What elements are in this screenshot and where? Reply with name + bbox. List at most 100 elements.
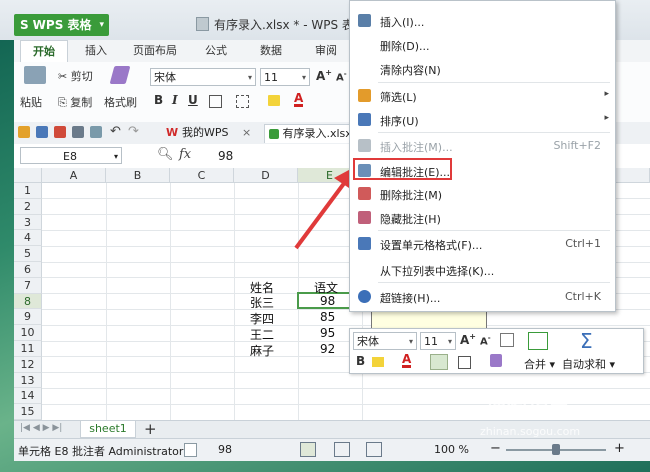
border-style-icon[interactable] <box>236 95 249 108</box>
copy-button[interactable]: ⎘ 复制 <box>58 94 92 110</box>
autosum-button[interactable]: 自动求和 ▾ <box>562 356 615 372</box>
zoom-out-icon[interactable]: − <box>490 441 501 456</box>
app-menu-button[interactable]: S WPS 表格 ▾ <box>14 14 109 36</box>
sheet-tab-sheet1[interactable]: sheet1 <box>80 421 136 438</box>
open-folder-icon[interactable] <box>18 126 30 138</box>
increase-font-icon[interactable]: A+ <box>316 68 332 83</box>
menu-item-hide-comment[interactable]: 隐藏批注(H) <box>350 206 615 230</box>
row-header[interactable]: 1 <box>14 183 42 199</box>
underline-icon[interactable]: U <box>188 93 198 107</box>
italic-icon[interactable]: I <box>172 93 178 107</box>
row-header[interactable]: 10 <box>14 325 42 341</box>
menu-item-pick-from-list[interactable]: 从下拉列表中选择(K)... <box>350 258 615 282</box>
zoom-formula-icon[interactable]: 🔍︎ <box>157 147 174 162</box>
menu-item-clear-contents[interactable]: 清除内容(N) <box>350 57 615 81</box>
paste-icon[interactable] <box>24 66 46 84</box>
merge-button[interactable]: 合并 ▾ <box>524 356 555 372</box>
fill-color-icon[interactable] <box>268 95 280 106</box>
cell-d9[interactable]: 李四 <box>250 310 274 327</box>
format-painter-icon[interactable] <box>109 66 131 84</box>
mini-align-center-icon[interactable] <box>430 354 448 370</box>
mini-fill-color-icon[interactable] <box>372 357 384 367</box>
tab-page-layout[interactable]: 页面布局 <box>124 40 186 62</box>
tab-file[interactable]: 有序录入.xlsx <box>264 124 357 143</box>
cell-e11[interactable]: 92 <box>320 342 335 356</box>
close-icon[interactable]: × <box>242 126 251 139</box>
mini-font-size-combo[interactable]: 11 ▾ <box>420 332 456 350</box>
row-header[interactable]: 12 <box>14 356 42 373</box>
cell-e9[interactable]: 85 <box>320 310 335 324</box>
tab-insert[interactable]: 插入 <box>74 40 118 62</box>
menu-item-format-cells[interactable]: 设置单元格格式(F)... Ctrl+1 <box>350 232 615 256</box>
mini-font-color-icon[interactable]: A <box>402 353 412 368</box>
page-break-view-icon[interactable] <box>366 442 382 457</box>
zoom-slider-handle[interactable] <box>552 444 560 455</box>
menu-item-delete-comment[interactable]: 删除批注(M) <box>350 182 615 206</box>
normal-view-icon[interactable] <box>300 442 316 457</box>
pdf-icon[interactable] <box>54 126 66 138</box>
row-header[interactable]: 5 <box>14 246 42 262</box>
redo-icon[interactable]: ↷ <box>128 124 139 139</box>
formula-input[interactable]: 98 <box>218 149 233 163</box>
tab-mywps[interactable]: W 我的WPS × <box>162 124 255 142</box>
sheet-nav-arrows-icon[interactable]: |◀ ◀ ▶ ▶| <box>20 423 62 433</box>
mini-clear-format-icon[interactable] <box>500 333 514 347</box>
cell-e10[interactable]: 95 <box>320 326 335 340</box>
column-header-d[interactable]: D <box>234 168 298 183</box>
zoom-in-icon[interactable]: + <box>614 441 625 456</box>
zoom-level[interactable]: 100 % <box>434 443 469 456</box>
row-header[interactable]: 4 <box>14 230 42 247</box>
row-header[interactable]: 7 <box>14 277 42 294</box>
font-size-combo[interactable]: 11 ▾ <box>260 68 310 86</box>
menu-item-insert[interactable]: 插入(I)... <box>350 9 615 33</box>
print-preview-icon[interactable] <box>90 126 102 138</box>
cell-d11[interactable]: 麻子 <box>250 342 274 359</box>
print-icon[interactable] <box>72 126 84 138</box>
format-painter-button[interactable]: 格式刷 <box>104 94 137 110</box>
column-header-c[interactable]: C <box>170 168 234 183</box>
row-header[interactable]: 3 <box>14 214 42 231</box>
column-header-a[interactable]: A <box>42 168 106 183</box>
mini-format-painter-icon[interactable] <box>490 354 502 367</box>
fx-button[interactable]: fx <box>179 147 191 162</box>
select-all-corner[interactable] <box>14 168 42 183</box>
decrease-font-icon[interactable]: A- <box>336 70 347 83</box>
row-header[interactable]: 13 <box>14 372 42 389</box>
menu-item-filter[interactable]: 筛选(L) ▸ <box>350 84 615 108</box>
mini-bold-icon[interactable]: B <box>356 354 365 368</box>
row-header[interactable]: 14 <box>14 388 42 405</box>
menu-item-delete[interactable]: 删除(D)... <box>350 33 615 57</box>
border-icon[interactable] <box>209 95 222 108</box>
row-header[interactable]: 8 <box>14 293 42 310</box>
mini-border-icon[interactable] <box>458 356 471 369</box>
row-header[interactable]: 2 <box>14 198 42 215</box>
mini-increase-font-icon[interactable]: A+ <box>460 332 476 347</box>
font-name-combo[interactable]: 宋体 ▾ <box>150 68 256 86</box>
tab-data[interactable]: 数据 <box>249 40 293 62</box>
tab-review[interactable]: 审阅 <box>304 40 348 62</box>
autosum-icon[interactable]: Σ <box>580 329 593 353</box>
mini-font-name-combo[interactable]: 宋体 ▾ <box>353 332 417 350</box>
cell-d10[interactable]: 王二 <box>250 326 274 343</box>
merge-icon[interactable] <box>528 332 548 350</box>
cell-e8[interactable]: 98 <box>320 294 335 308</box>
menu-item-hyperlink[interactable]: 超链接(H)... Ctrl+K <box>350 285 615 309</box>
tab-formulas[interactable]: 公式 <box>194 40 238 62</box>
save-icon[interactable] <box>36 126 48 138</box>
page-layout-view-icon[interactable] <box>334 442 350 457</box>
column-header-b[interactable]: B <box>106 168 170 183</box>
bold-icon[interactable]: B <box>154 93 163 107</box>
row-header[interactable]: 15 <box>14 404 42 420</box>
paste-button[interactable]: 粘贴 <box>20 94 42 110</box>
comment-status-icon[interactable] <box>184 443 197 457</box>
cell-d8[interactable]: 张三 <box>250 294 274 311</box>
font-color-icon[interactable]: A <box>294 92 304 107</box>
mini-decrease-font-icon[interactable]: A- <box>480 334 491 347</box>
row-header[interactable]: 11 <box>14 341 42 357</box>
cut-button[interactable]: ✂ 剪切 <box>58 68 93 84</box>
tab-home[interactable]: 开始 <box>20 40 68 63</box>
row-header[interactable]: 6 <box>14 262 42 278</box>
undo-icon[interactable]: ↶ <box>110 124 121 139</box>
add-sheet-icon[interactable]: + <box>144 420 157 438</box>
row-header[interactable]: 9 <box>14 309 42 326</box>
